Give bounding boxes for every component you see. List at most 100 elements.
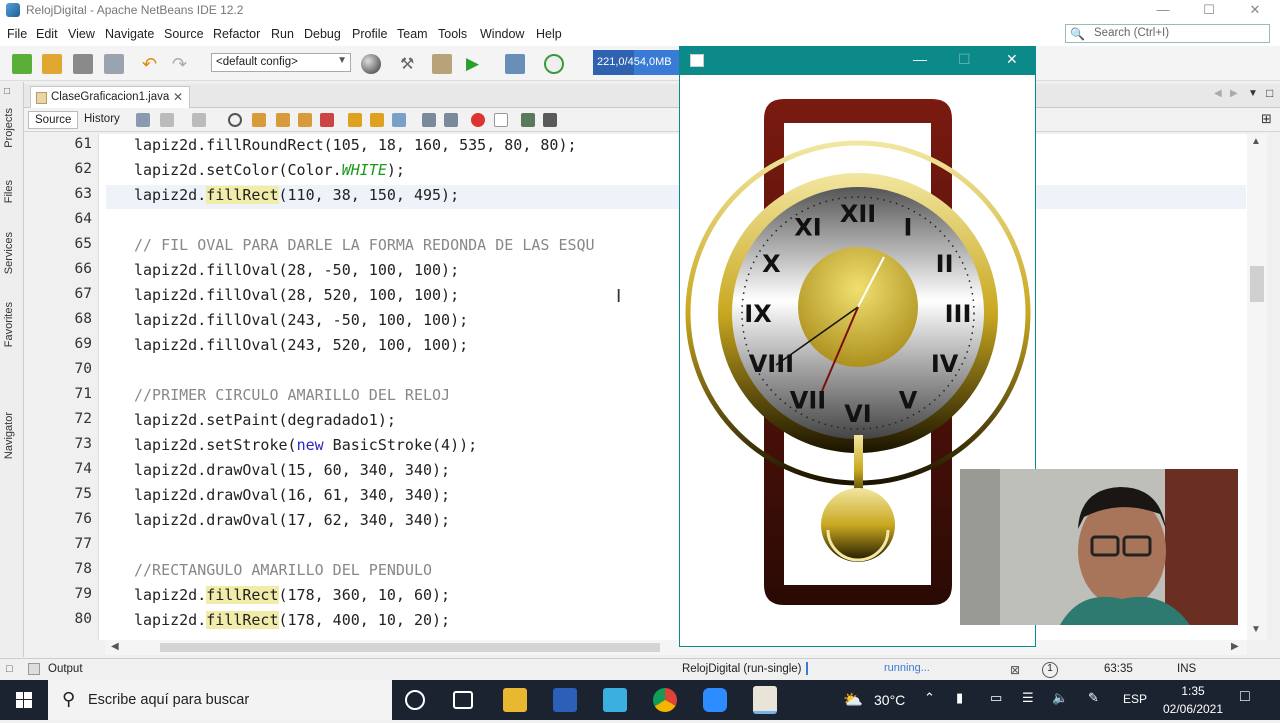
memory-indicator[interactable]: 221,0/454,0MB — [593, 50, 679, 75]
clock-time[interactable]: 1:35 — [1158, 684, 1228, 698]
scroll-right-icon[interactable]: ▶ — [1230, 88, 1238, 99]
menu-run[interactable]: Run — [271, 27, 294, 41]
cortana-icon[interactable] — [405, 690, 425, 710]
chrome-icon[interactable] — [653, 688, 677, 712]
tabs-dropdown-icon[interactable]: ▼ — [1248, 88, 1258, 99]
menu-team[interactable]: Team — [397, 27, 428, 41]
run-icon[interactable]: ▶ — [466, 54, 486, 74]
comment-icon[interactable] — [521, 113, 535, 127]
clean-build-icon[interactable] — [432, 54, 452, 74]
scroll-up-icon[interactable]: ▲ — [1251, 136, 1261, 147]
start-macro-icon[interactable] — [471, 113, 485, 127]
shift-left-icon[interactable] — [422, 113, 436, 127]
restore-icon[interactable]: □ — [4, 86, 10, 97]
profile-icon[interactable] — [544, 54, 564, 74]
clock-close-icon[interactable]: ✕ — [1006, 51, 1018, 68]
taskbar: ⚲ Escribe aquí para buscar ⛅ 30°C ⌃ ▮ ▭ … — [0, 680, 1280, 720]
debug-icon[interactable] — [505, 54, 525, 74]
menu-window[interactable]: Window — [480, 27, 524, 41]
find-previous-icon[interactable] — [252, 113, 266, 127]
task-view-icon[interactable] — [453, 691, 473, 709]
scroll-thumb[interactable] — [1250, 266, 1264, 302]
shift-right-icon[interactable] — [444, 113, 458, 127]
volume-icon[interactable]: 🔈 — [1052, 690, 1068, 706]
start-button[interactable] — [0, 680, 48, 720]
undo-icon[interactable]: ↶ — [142, 54, 162, 74]
tab-file[interactable]: ClaseGraficacion1.java ✕ — [30, 86, 190, 108]
wifi-icon[interactable]: ☰ — [1022, 690, 1034, 706]
search-box[interactable]: 🔍 Search (Ctrl+I) — [1065, 24, 1270, 43]
new-project-icon[interactable] — [42, 54, 62, 74]
maximize-editor-icon[interactable]: □ — [1266, 86, 1273, 100]
menu-view[interactable]: View — [68, 27, 95, 41]
menu-navigate[interactable]: Navigate — [105, 27, 154, 41]
app-icon[interactable] — [603, 688, 627, 712]
horizontal-scrollbar[interactable]: ◀ ▶ — [105, 640, 1247, 655]
browser-icon[interactable] — [361, 54, 381, 74]
toggle-bookmark-icon[interactable] — [392, 113, 406, 127]
find-next-icon[interactable] — [276, 113, 290, 127]
tab-projects[interactable]: Projects — [3, 108, 15, 148]
next-bookmark-icon[interactable] — [370, 113, 384, 127]
output-tab[interactable]: Output — [48, 663, 83, 675]
close-icon[interactable]: ✕ — [1232, 0, 1278, 22]
save-all-icon[interactable] — [104, 54, 124, 74]
stop-macro-icon[interactable] — [494, 113, 508, 127]
back-icon[interactable] — [160, 113, 174, 127]
file-explorer-icon[interactable] — [503, 688, 527, 712]
source-button[interactable]: Source — [28, 111, 79, 129]
menu-debug[interactable]: Debug — [304, 27, 341, 41]
notifications-icon[interactable]: 1 — [1042, 662, 1058, 678]
config-select[interactable]: <default config> ▼ — [211, 53, 351, 72]
h-scroll-thumb[interactable] — [160, 643, 660, 652]
open-project-icon[interactable] — [73, 54, 93, 74]
scroll-left-icon[interactable]: ◀ — [111, 641, 119, 652]
prev-bookmark-icon[interactable] — [348, 113, 362, 127]
forward-icon[interactable] — [192, 113, 206, 127]
tab-files[interactable]: Files — [3, 180, 15, 203]
menu-file[interactable]: File — [7, 27, 27, 41]
menu-tools[interactable]: Tools — [438, 27, 467, 41]
taskbar-search[interactable]: ⚲ Escribe aquí para buscar — [48, 680, 392, 720]
clock-date[interactable]: 02/06/2021 — [1158, 702, 1228, 716]
clock-maximize-icon[interactable]: ☐ — [958, 51, 971, 68]
java-app-icon[interactable] — [753, 686, 777, 714]
menu-refactor[interactable]: Refactor — [213, 27, 260, 41]
scroll-left-icon[interactable]: ◀ — [1214, 88, 1222, 99]
split-editor-icon[interactable]: ⊞ — [1261, 111, 1272, 127]
minimize-icon[interactable]: — — [1140, 0, 1186, 22]
pen-icon[interactable]: ✎ — [1088, 690, 1099, 706]
toggle-highlight-icon[interactable] — [320, 113, 334, 127]
build-hammer-icon[interactable]: ⚒ — [400, 54, 420, 74]
scroll-right-icon[interactable]: ▶ — [1231, 641, 1239, 652]
maximize-icon[interactable]: ☐ — [1186, 0, 1232, 22]
find-selection-icon[interactable] — [298, 113, 312, 127]
scroll-down-icon[interactable]: ▼ — [1251, 624, 1261, 635]
menu-help[interactable]: Help — [536, 27, 562, 41]
find-icon[interactable] — [228, 113, 242, 127]
tab-favorites[interactable]: Favorites — [3, 302, 15, 347]
close-tab-icon[interactable]: ✕ — [173, 90, 183, 104]
redo-icon[interactable]: ↷ — [172, 54, 192, 74]
cancel-task-icon[interactable]: ⊠ — [1010, 663, 1020, 677]
tab-services[interactable]: Services — [3, 232, 15, 274]
tab-navigator[interactable]: Navigator — [3, 412, 15, 459]
last-edit-icon[interactable] — [136, 113, 150, 127]
battery-icon[interactable]: ▭ — [990, 690, 1002, 706]
tray-chevron-icon[interactable]: ⌃ — [924, 690, 935, 706]
vertical-scrollbar[interactable]: ▲ ▼ — [1247, 134, 1267, 640]
word-icon[interactable] — [553, 688, 577, 712]
history-button[interactable]: History — [78, 111, 126, 129]
menu-profile[interactable]: Profile — [352, 27, 387, 41]
notification-center-icon[interactable]: □ — [1240, 688, 1250, 706]
menu-edit[interactable]: Edit — [36, 27, 58, 41]
language-indicator[interactable]: ESP — [1123, 692, 1147, 706]
restore-output-icon[interactable]: □ — [6, 663, 13, 675]
tray-icon[interactable]: ▮ — [956, 690, 963, 706]
uncomment-icon[interactable] — [543, 113, 557, 127]
zoom-icon[interactable] — [703, 688, 727, 712]
weather-temp[interactable]: 30°C — [874, 692, 905, 708]
menu-source[interactable]: Source — [164, 27, 204, 41]
clock-minimize-icon[interactable]: — — [913, 51, 927, 67]
new-file-icon[interactable] — [12, 54, 32, 74]
